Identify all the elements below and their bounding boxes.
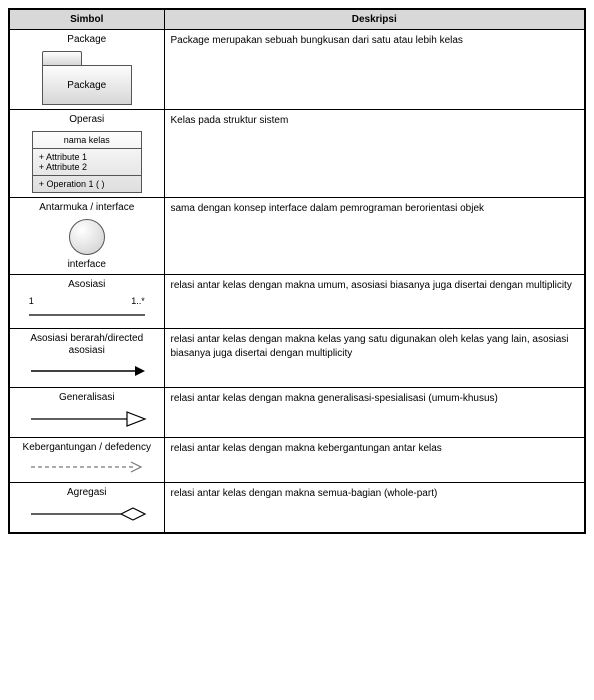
row-label: Asosiasi bbox=[16, 279, 158, 290]
row-label: Agregasi bbox=[16, 487, 158, 498]
table-row: Kebergantungan / defedency relasi antar … bbox=[9, 438, 585, 483]
multiplicity-left: 1 bbox=[29, 296, 34, 306]
interface-circle-icon bbox=[69, 219, 105, 255]
aggregation-diamond-icon bbox=[27, 504, 147, 524]
row-desc: sama dengan konsep interface dalam pemro… bbox=[164, 198, 585, 275]
package-icon: Package bbox=[42, 51, 132, 105]
row-desc: Package merupakan sebuah bungkusan dari … bbox=[164, 30, 585, 110]
header-simbol: Simbol bbox=[9, 9, 164, 30]
symbol-table: Simbol Deskripsi Package Package Package… bbox=[8, 8, 586, 534]
row-label: Generalisasi bbox=[16, 392, 158, 403]
dependency-arrow-icon bbox=[27, 460, 147, 474]
table-row: Antarmuka / interface interface sama den… bbox=[9, 198, 585, 275]
multiplicity-right: 1..* bbox=[131, 296, 145, 306]
row-desc: relasi antar kelas dengan makna generali… bbox=[164, 388, 585, 438]
package-icon-text: Package bbox=[42, 65, 132, 105]
row-label: Operasi bbox=[16, 114, 158, 125]
class-attr: + Attribute 2 bbox=[39, 162, 135, 172]
table-row: Agregasi relasi antar kelas dengan makna… bbox=[9, 483, 585, 534]
row-desc: relasi antar kelas dengan makna kebergan… bbox=[164, 438, 585, 483]
class-box-icon: nama kelas + Attribute 1 + Attribute 2 +… bbox=[32, 131, 142, 193]
table-row: Package Package Package merupakan sebuah… bbox=[9, 30, 585, 110]
row-desc: relasi antar kelas dengan makna semua-ba… bbox=[164, 483, 585, 534]
table-row: Asosiasi berarah/directed asosiasi relas… bbox=[9, 329, 585, 388]
generalization-arrow-icon bbox=[27, 409, 147, 429]
table-row: Asosiasi 1 1..* relasi antar kelas denga… bbox=[9, 275, 585, 329]
row-desc: relasi antar kelas dengan makna kelas ya… bbox=[164, 329, 585, 388]
table-row: Operasi nama kelas + Attribute 1 + Attri… bbox=[9, 110, 585, 198]
class-name: nama kelas bbox=[33, 132, 141, 149]
row-label: Asosiasi berarah/directed asosiasi bbox=[16, 333, 158, 357]
row-label: Kebergantungan / defedency bbox=[16, 442, 158, 454]
row-desc: Kelas pada struktur sistem bbox=[164, 110, 585, 198]
header-deskripsi: Deskripsi bbox=[164, 9, 585, 30]
class-attr: + Attribute 1 bbox=[39, 152, 135, 162]
row-sublabel: interface bbox=[16, 259, 158, 270]
table-row: Generalisasi relasi antar kelas dengan m… bbox=[9, 388, 585, 438]
association-line-icon bbox=[27, 310, 147, 320]
row-label: Antarmuka / interface bbox=[16, 202, 158, 213]
directed-association-arrow-icon bbox=[27, 363, 147, 379]
row-desc: relasi antar kelas dengan makna umum, as… bbox=[164, 275, 585, 329]
class-op: + Operation 1 ( ) bbox=[33, 176, 141, 192]
row-label: Package bbox=[16, 34, 158, 45]
